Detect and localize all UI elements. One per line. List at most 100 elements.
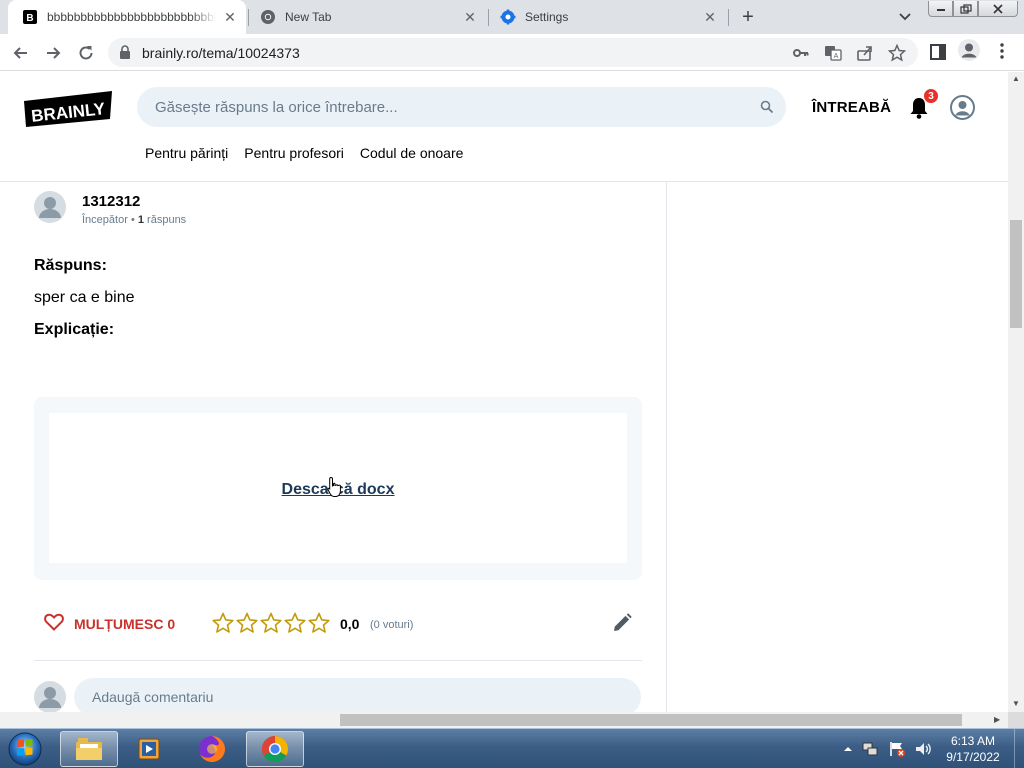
- rating-value: 0,0: [340, 616, 360, 632]
- media-player-icon: [138, 738, 160, 760]
- notification-count-badge: 3: [923, 88, 939, 104]
- close-tab-icon[interactable]: ✕: [702, 9, 718, 25]
- address-bar[interactable]: brainly.ro/tema/10024373 A: [108, 38, 918, 67]
- close-tab-icon[interactable]: ✕: [222, 9, 238, 25]
- window-minimize-button[interactable]: [928, 1, 953, 17]
- answerer-rank: Începător: [82, 214, 128, 226]
- search-input[interactable]: [155, 87, 735, 127]
- side-panel-icon[interactable]: [929, 43, 947, 61]
- ask-question-button[interactable]: ÎNTREABĂ: [812, 99, 891, 116]
- lock-icon[interactable]: [118, 45, 132, 60]
- tab-separator: [488, 9, 489, 26]
- taskbar-firefox[interactable]: [183, 731, 241, 767]
- new-tab-button[interactable]: +: [736, 6, 760, 28]
- start-button[interactable]: [5, 730, 45, 768]
- column-divider: [666, 182, 667, 712]
- brainly-favicon-icon: B: [23, 10, 37, 24]
- nav-link-teachers[interactable]: Pentru profesori: [244, 145, 344, 161]
- tab-separator: [248, 9, 249, 26]
- reload-icon: [79, 46, 93, 60]
- taskbar-chrome[interactable]: [246, 731, 304, 767]
- taskbar-media-player[interactable]: [120, 731, 178, 767]
- taskbar-explorer[interactable]: [60, 731, 118, 767]
- url-text[interactable]: brainly.ro/tema/10024373: [142, 45, 300, 61]
- browser-menu-icon[interactable]: [994, 42, 1010, 60]
- answers-word: răspuns: [147, 214, 187, 226]
- nav-link-parents[interactable]: Pentru părinți: [145, 145, 228, 161]
- tab-separator: [728, 9, 729, 26]
- commenter-avatar-icon: [34, 681, 66, 712]
- profile-avatar-icon: [961, 43, 977, 58]
- window-close-button[interactable]: [978, 1, 1018, 17]
- answer-text: sper ca e bine: [34, 289, 135, 306]
- scrollbar-corner: [1008, 712, 1024, 728]
- site-header: BRAINLY ÎNTREABĂ 3 Pentru părinți Pentru…: [0, 72, 1008, 182]
- svg-text:A: A: [834, 53, 839, 60]
- scroll-down-arrow-icon[interactable]: ▼: [1012, 699, 1020, 708]
- show-desktop-button[interactable]: [1014, 729, 1024, 768]
- nav-link-honor-code[interactable]: Codul de onoare: [360, 145, 464, 161]
- file-explorer-icon: [76, 738, 102, 760]
- tab-title: New Tab: [285, 10, 332, 24]
- network-icon[interactable]: [862, 740, 880, 758]
- show-hidden-icons-icon[interactable]: [842, 743, 854, 755]
- user-avatar-icon[interactable]: [950, 95, 975, 120]
- thanks-button[interactable]: MULȚUMESC 0: [74, 616, 175, 632]
- horizontal-scrollbar[interactable]: ▶: [0, 712, 1008, 728]
- rating-star-icon[interactable]: [260, 612, 282, 634]
- comment-input[interactable]: [92, 678, 632, 712]
- reload-button[interactable]: [73, 40, 99, 66]
- action-center-flag-icon[interactable]: [888, 740, 906, 758]
- vertical-scrollbar-thumb[interactable]: [1010, 220, 1022, 328]
- rating-star-icon[interactable]: [212, 612, 234, 634]
- search-icon[interactable]: [760, 100, 774, 114]
- tab-search-chevron-icon[interactable]: [896, 8, 914, 26]
- clock-time: 6:13 AM: [950, 734, 996, 748]
- window-restore-button[interactable]: [953, 1, 978, 17]
- scroll-right-arrow-icon[interactable]: ▶: [994, 715, 1000, 724]
- section-divider: [34, 660, 642, 661]
- rating-stars: [212, 612, 330, 634]
- search-box[interactable]: [137, 87, 786, 127]
- close-tab-icon[interactable]: ✕: [462, 9, 478, 25]
- page-viewport: BRAINLY ÎNTREABĂ 3 Pentru părinți Pentru…: [0, 72, 1008, 712]
- bookmark-star-icon[interactable]: [888, 44, 906, 62]
- rating-star-icon[interactable]: [284, 612, 306, 634]
- password-key-icon[interactable]: [792, 44, 810, 62]
- back-button[interactable]: [8, 40, 34, 66]
- browser-tab-strip: B bbbbbbbbbbbbbbbbbbbbbbbbbbbb ✕ New Tab…: [0, 0, 1024, 34]
- back-arrow-icon: [13, 47, 27, 59]
- brainly-logo[interactable]: BRAINLY: [22, 89, 114, 129]
- system-tray: [842, 729, 932, 768]
- horizontal-scrollbar-thumb[interactable]: [340, 714, 962, 726]
- volume-icon[interactable]: [914, 740, 932, 758]
- scroll-up-arrow-icon[interactable]: ▲: [1012, 74, 1020, 83]
- answerer-username[interactable]: 1312312: [82, 193, 140, 210]
- tab-brainly[interactable]: B bbbbbbbbbbbbbbbbbbbbbbbbbbbb ✕: [8, 0, 246, 34]
- svg-text:B: B: [26, 13, 33, 24]
- heart-icon[interactable]: [44, 613, 64, 631]
- minimize-icon: [936, 8, 945, 11]
- rating-star-icon[interactable]: [308, 612, 330, 634]
- browser-toolbar: brainly.ro/tema/10024373 A: [0, 34, 1024, 71]
- answers-count: 1: [137, 214, 144, 226]
- taskbar-clock[interactable]: 6:13 AM 9/17/2022: [936, 733, 1010, 765]
- comment-box[interactable]: [74, 678, 641, 712]
- explanation-heading: Explicație:: [34, 321, 115, 338]
- thanks-label: MULȚUMESC: [74, 616, 164, 632]
- close-icon: [993, 3, 1003, 14]
- chrome-app-icon: [261, 735, 289, 763]
- forward-button[interactable]: [40, 40, 66, 66]
- forward-arrow-icon: [47, 47, 61, 59]
- translate-icon[interactable]: A: [824, 44, 842, 62]
- answerer-avatar-icon[interactable]: [34, 191, 66, 223]
- vertical-scrollbar[interactable]: ▲ ▼: [1008, 72, 1024, 712]
- hand-cursor-icon: [327, 476, 341, 497]
- tab-settings[interactable]: Settings ✕: [490, 0, 726, 34]
- profile-button[interactable]: [958, 39, 980, 61]
- edit-pencil-icon[interactable]: [612, 613, 632, 633]
- rating-star-icon[interactable]: [236, 612, 258, 634]
- share-icon[interactable]: [856, 44, 874, 62]
- sub-navigation: Pentru părinți Pentru profesori Codul de…: [145, 145, 463, 161]
- tab-new-tab[interactable]: New Tab ✕: [250, 0, 486, 34]
